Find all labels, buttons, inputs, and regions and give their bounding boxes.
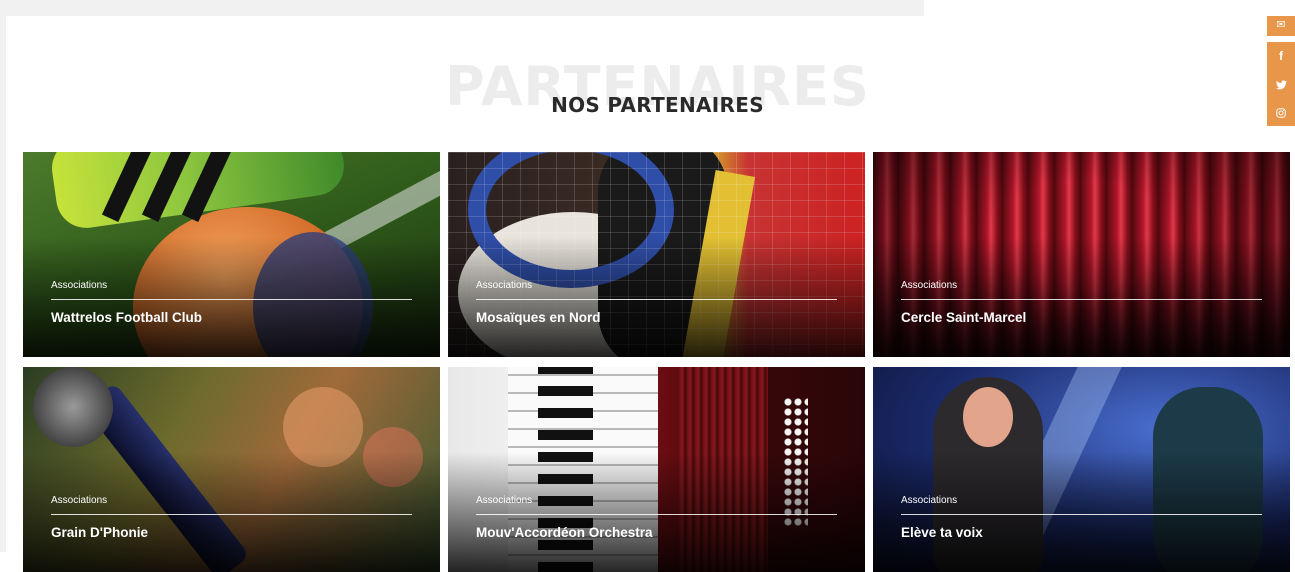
divider — [476, 299, 837, 300]
partner-name[interactable]: Wattrelos Football Club — [51, 310, 202, 325]
social-icons: f — [1267, 42, 1295, 126]
facebook-icon[interactable]: f — [1267, 42, 1295, 70]
top-band-cut — [900, 0, 924, 16]
partner-category: Associations — [51, 280, 108, 291]
partner-card-cercle[interactable]: Associations Cercle Saint-Marcel — [873, 152, 1290, 357]
partner-category: Associations — [901, 280, 958, 291]
partner-category: Associations — [476, 280, 533, 291]
partner-category: Associations — [901, 495, 958, 506]
divider — [51, 299, 412, 300]
partner-category: Associations — [476, 495, 533, 506]
divider — [901, 299, 1262, 300]
divider — [901, 514, 1262, 515]
partner-card-mosaiques[interactable]: Associations Mosaïques en Nord — [448, 152, 865, 357]
mail-icon[interactable]: ✉ — [1267, 16, 1295, 36]
twitter-icon[interactable] — [1267, 70, 1295, 98]
section-header: PARTENAIRES NOS PARTENAIRES — [0, 55, 1295, 125]
divider — [51, 514, 412, 515]
partner-name[interactable]: Mouv'Accordéon Orchestra — [476, 525, 653, 540]
partner-name[interactable]: Mosaïques en Nord — [476, 310, 601, 325]
partner-card-grain[interactable]: Associations Grain D'Phonie — [23, 367, 440, 572]
instagram-icon[interactable] — [1267, 98, 1295, 126]
partner-name[interactable]: Cercle Saint-Marcel — [901, 310, 1026, 325]
partner-category: Associations — [51, 495, 108, 506]
divider — [476, 514, 837, 515]
partner-name[interactable]: Elève ta voix — [901, 525, 983, 540]
top-band-right — [924, 0, 1295, 16]
partner-card-wattrelos[interactable]: Associations Wattrelos Football Club — [23, 152, 440, 357]
partner-card-eleve[interactable]: Associations Elève ta voix — [873, 367, 1290, 572]
partner-card-mouv[interactable]: Associations Mouv'Accordéon Orchestra — [448, 367, 865, 572]
section-title: NOS PARTENAIRES — [551, 93, 764, 117]
partner-name[interactable]: Grain D'Phonie — [51, 525, 148, 540]
